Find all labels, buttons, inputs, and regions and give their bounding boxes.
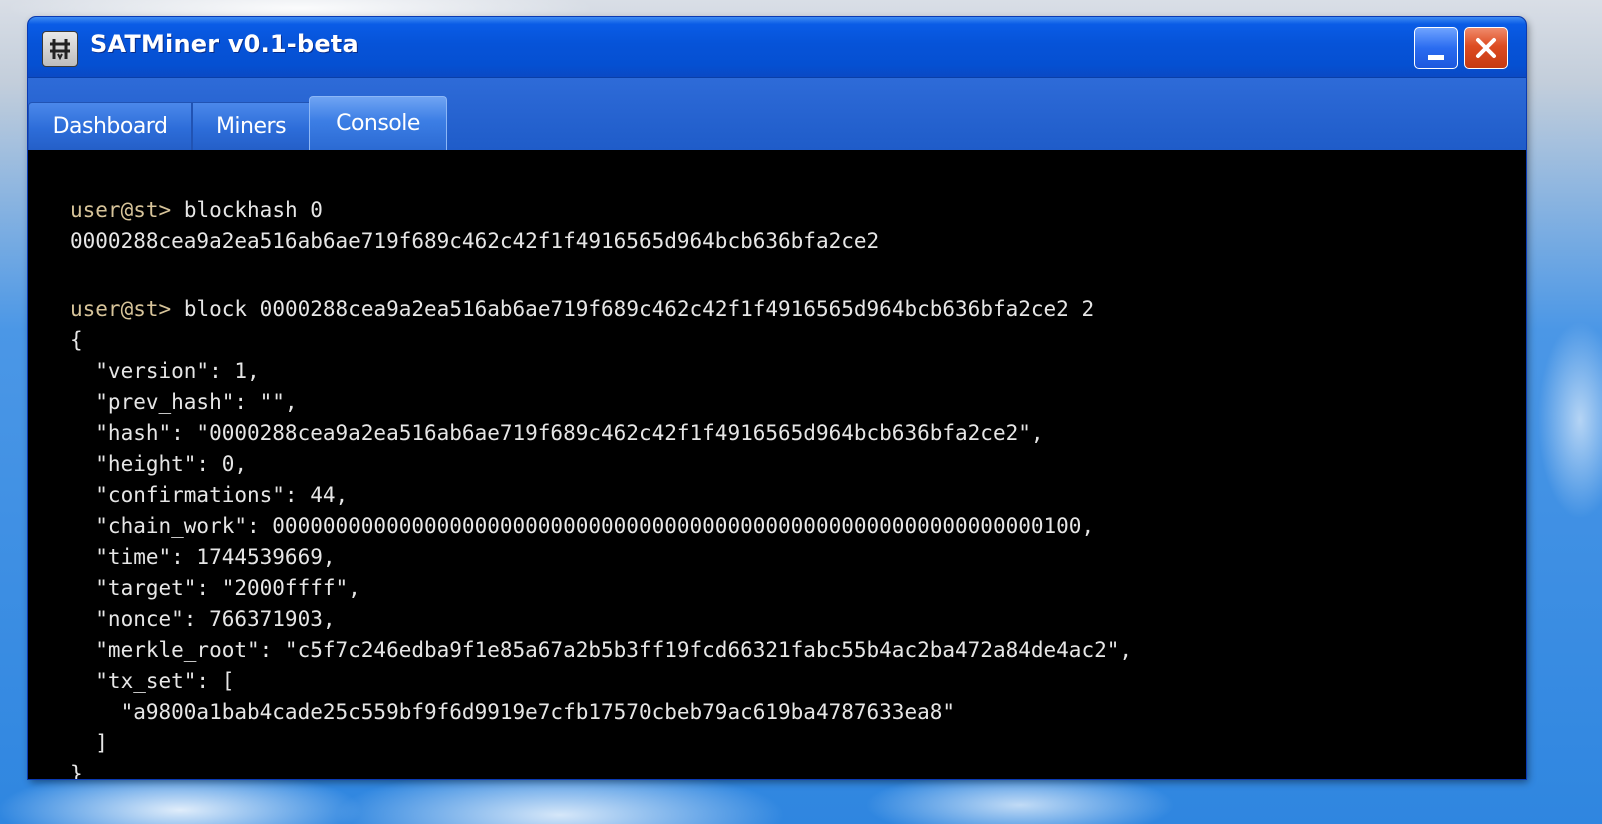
minimize-button[interactable] (1414, 27, 1458, 69)
console-output[interactable]: user@st> blockhash 0 0000288cea9a2ea516a… (28, 150, 1526, 779)
tab-dashboard[interactable]: Dashboard (28, 102, 192, 150)
console-output-line: "target": "2000ffff", (70, 576, 361, 600)
console-output-line: "a9800a1bab4cade25c559bf9f6d9919e7cfb175… (70, 700, 956, 724)
console-command: blockhash 0 (183, 198, 323, 222)
window-title: SATMiner v0.1-beta (90, 30, 359, 58)
tab-bar: Dashboard Miners Console (28, 78, 1526, 150)
console-output-line: "merkle_root": "c5f7c246edba9f1e85a67a2b… (70, 638, 1133, 662)
app-window: SATMiner v0.1-beta Dashboard Miners Cons… (28, 17, 1526, 779)
console-output-line: ] (70, 731, 108, 755)
console-command: block 0000288cea9a2ea516ab6ae719f689c462… (183, 297, 1095, 321)
console-spacer (70, 257, 1526, 294)
console-output-line: "prev_hash": "", (70, 390, 298, 414)
console-command-line: user@st> block 0000288cea9a2ea516ab6ae71… (70, 294, 1526, 325)
console-command-line: user@st> blockhash 0 (70, 195, 1526, 226)
console-output-line: "confirmations": 44, (70, 483, 349, 507)
minimize-icon (1428, 54, 1444, 60)
console-output-line: } (70, 762, 83, 779)
console-prompt: user@st> (70, 297, 172, 321)
console-output-line: "chain_work": 00000000000000000000000000… (70, 514, 1095, 538)
close-icon (1476, 38, 1496, 58)
console-output-line: "hash": "0000288cea9a2ea516ab6ae719f689c… (70, 421, 1044, 445)
console-output-line: { (70, 328, 83, 352)
console-output-line: "time": 1744539669, (70, 545, 336, 569)
title-bar[interactable]: SATMiner v0.1-beta (28, 17, 1526, 78)
console-output-line: "height": 0, (70, 452, 248, 476)
console-output-line: "nonce": 766371903, (70, 607, 336, 631)
console-output-line: 0000288cea9a2ea516ab6ae719f689c462c42f1f… (70, 229, 880, 253)
tab-miners[interactable]: Miners (192, 102, 310, 150)
console-output-line: "tx_set": [ (70, 669, 235, 693)
close-button[interactable] (1464, 27, 1508, 69)
tab-console[interactable]: Console (309, 96, 447, 150)
app-logo-icon (42, 31, 78, 67)
console-prompt: user@st> (70, 198, 172, 222)
console-output-line: "version": 1, (70, 359, 260, 383)
